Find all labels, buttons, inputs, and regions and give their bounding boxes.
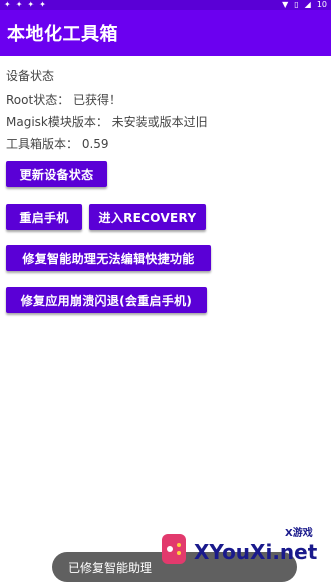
refresh-status-button[interactable]: 更新设备状态 (6, 161, 107, 187)
notification-icon: ✦ (27, 0, 35, 9)
watermark-brand-text: XYouXi.net (194, 540, 318, 564)
app-title: 本地化工具箱 (7, 24, 118, 45)
notification-icon: ✦ (39, 0, 46, 9)
reboot-button[interactable]: 重启手机 (6, 204, 82, 230)
notification-icon: ✦ (4, 0, 11, 9)
status-notification-icons: ✦ ✦ ✦ ✦ (4, 0, 46, 10)
fix-assistant-button[interactable]: 修复智能助理无法编辑快捷功能 (6, 245, 211, 271)
toast-text: 已修复智能助理 (68, 560, 153, 575)
watermark: X游戏 XYouXi.net (150, 520, 331, 580)
signal-icon: ◢ (304, 0, 311, 9)
magisk-version-text: Magisk模块版本： 未安装或版本过旧 (6, 115, 208, 129)
status-system-icons: ▼ ▯ ◢ 10 (282, 0, 327, 10)
toolbox-version-text: 工具箱版本： 0.59 (6, 137, 109, 151)
gamepad-logo-icon (162, 534, 186, 564)
status-bar: ✦ ✦ ✦ ✦ ▼ ▯ ◢ 10 (0, 0, 331, 10)
root-status-text: Root状态： 已获得！ (6, 93, 122, 107)
sim-icon: ▯ (294, 0, 299, 9)
notification-icon: ✦ (15, 0, 23, 9)
device-status-label: 设备状态 (6, 69, 55, 83)
fix-crash-button[interactable]: 修复应用崩溃闪退(会重启手机) (6, 287, 207, 313)
recovery-button[interactable]: 进入RECOVERY (89, 204, 206, 230)
watermark-sub-text: X游戏 (285, 528, 313, 539)
wifi-icon: ▼ (282, 0, 289, 9)
app-bar: 本地化工具箱 (0, 10, 331, 56)
clock-text: 10 (316, 0, 327, 9)
